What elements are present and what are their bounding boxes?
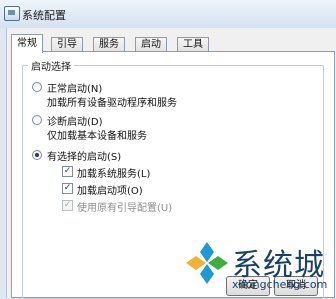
tab-startup[interactable]: 启动 <box>135 37 167 52</box>
diagnostic-startup-desc: 仅加载基本设备和服务 <box>47 131 147 142</box>
selective-startup-label[interactable]: 有选择的启动(S) <box>47 148 121 163</box>
title-bar: 系统配置 <box>0 0 336 28</box>
group-legend: 启动选择 <box>28 58 74 73</box>
diagnostic-startup-label[interactable]: 诊断启动(D) <box>47 113 103 128</box>
tab-boot[interactable]: 引导 <box>51 37 83 52</box>
normal-startup-desc: 加载所有设备驱动程序和服务 <box>47 98 177 109</box>
tab-services[interactable]: 服务 <box>93 37 125 52</box>
diagnostic-startup-radio[interactable] <box>32 115 42 125</box>
tab-tools[interactable]: 工具 <box>177 37 209 52</box>
load-system-services-label[interactable]: 加载系统服务(L) <box>77 165 150 180</box>
load-startup-items-label[interactable]: 加载启动项(O) <box>77 182 143 197</box>
load-system-services-checkbox[interactable]: ✓ <box>62 166 73 177</box>
watermark-url: xitongcheng.com <box>232 278 328 291</box>
use-original-boot-config-label: 使用原有引导配置(U) <box>77 203 173 214</box>
normal-startup-radio[interactable] <box>32 82 42 92</box>
use-original-boot-config-checkbox: ✓ <box>62 200 73 211</box>
system-config-icon <box>4 6 20 21</box>
watermark-logo-icon <box>186 242 228 284</box>
load-startup-items-checkbox[interactable]: ✓ <box>62 183 73 194</box>
normal-startup-label[interactable]: 正常启动(N) <box>47 80 102 95</box>
window-title: 系统配置 <box>22 9 66 22</box>
selective-startup-radio[interactable] <box>32 150 42 160</box>
tab-general[interactable]: 常规 <box>11 34 43 53</box>
